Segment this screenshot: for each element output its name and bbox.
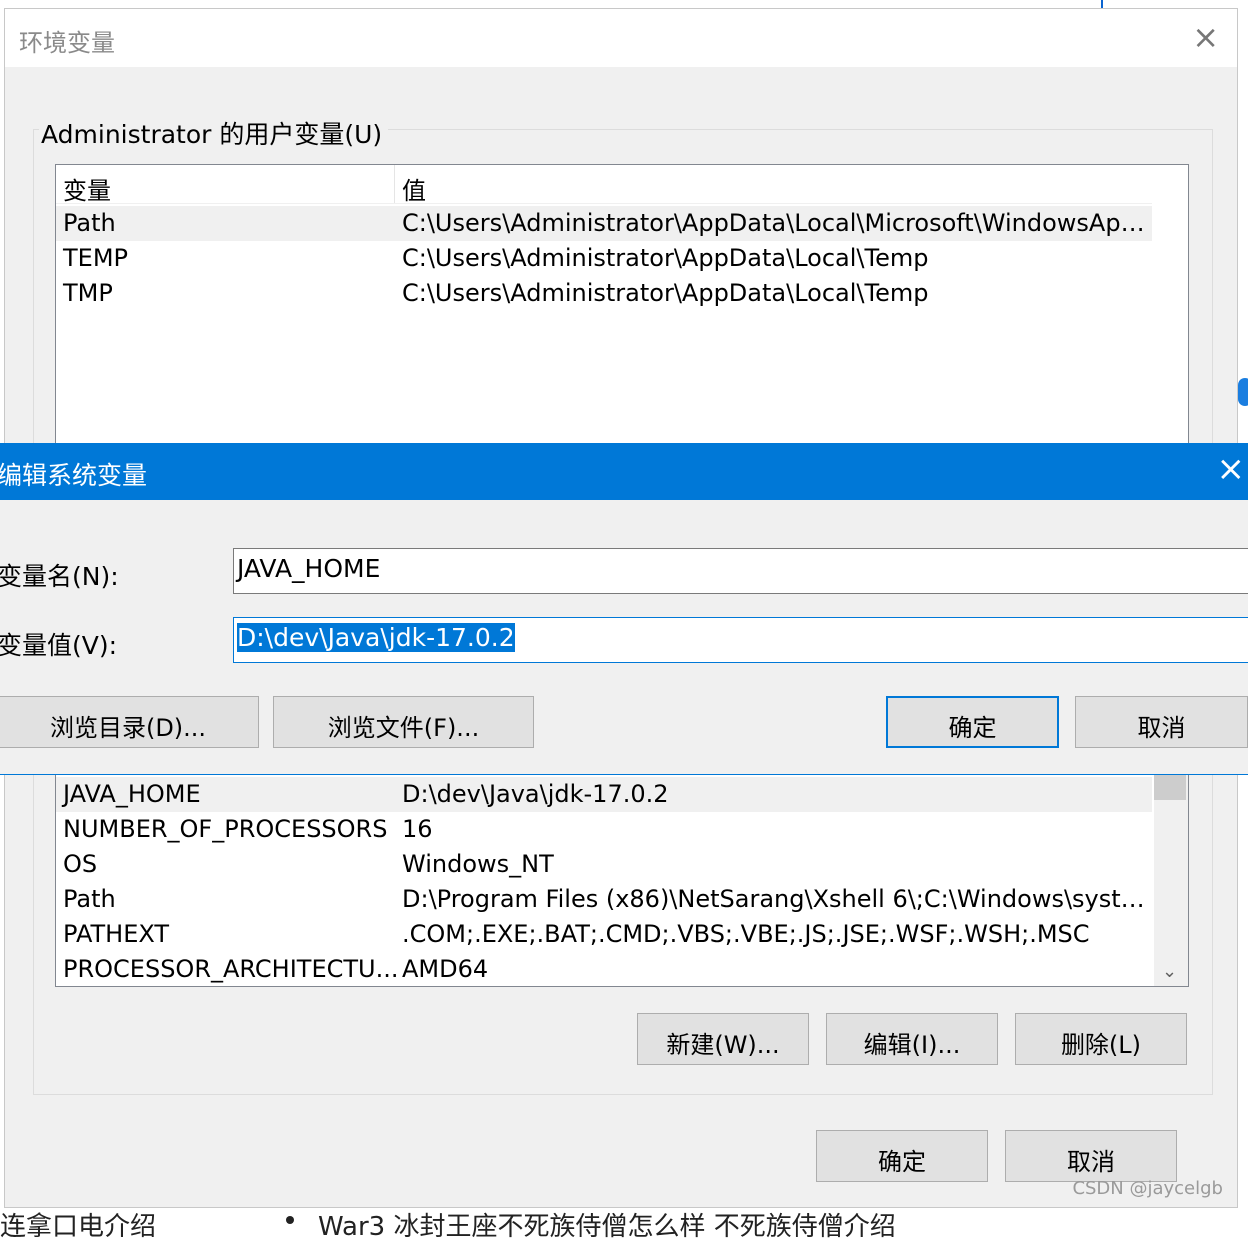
variable-value-selected-text: D:\dev\Java\jdk-17.0.2	[237, 623, 515, 652]
ok-button[interactable]: 确定	[886, 696, 1059, 748]
system-variables-list[interactable]: JAVA_HOME D:\dev\Java\jdk-17.0.2 NUMBER_…	[55, 769, 1189, 987]
table-row[interactable]: NUMBER_OF_PROCESSORS 16	[56, 812, 1152, 847]
column-separator[interactable]	[394, 165, 395, 203]
background-article-link-right[interactable]: War3 冰封王座不死族侍僧怎么样 不死族侍僧介绍	[318, 1206, 896, 1243]
edit-dialog-title: 编辑系统变量	[0, 461, 148, 490]
variable-value: D:\dev\Java\jdk-17.0.2	[402, 780, 669, 808]
watermark: CSDN @jaycelgb	[1072, 1178, 1223, 1199]
variable-name: Path	[63, 209, 116, 237]
delete-button-label: 删除(L)	[1060, 1031, 1142, 1059]
cancel-button-label: 取消	[1137, 714, 1186, 742]
table-row[interactable]: OS Windows_NT	[56, 847, 1152, 882]
variable-name: TEMP	[63, 244, 129, 272]
variable-name: JAVA_HOME	[63, 780, 201, 808]
table-row[interactable]: TEMP C:\Users\Administrator\AppData\Loca…	[56, 241, 1152, 276]
variable-value-label: 变量值(V):	[0, 631, 118, 660]
variable-value: .COM;.EXE;.BAT;.CMD;.VBS;.VBE;.JS;.JSE;.…	[402, 920, 1090, 948]
ok-button-label: 确定	[948, 714, 997, 742]
variable-value: AMD64	[402, 955, 489, 983]
env-titlebar: 环境变量 ×	[5, 9, 1237, 67]
ok-button[interactable]: 确定	[816, 1130, 988, 1182]
variable-name: PATHEXT	[63, 920, 170, 948]
env-window-title: 环境变量	[19, 29, 115, 57]
variable-value: 16	[402, 815, 433, 843]
user-variables-list[interactable]: 变量 值 Path C:\Users\Administrator\AppData…	[55, 164, 1189, 464]
user-variables-group-label: Administrator 的用户变量(U)	[39, 115, 389, 151]
table-row[interactable]: PROCESSOR_ARCHITECTU... AMD64	[56, 952, 1152, 986]
variable-name-field[interactable]: JAVA_HOME	[233, 548, 1248, 594]
variable-value-field[interactable]: D:\dev\Java\jdk-17.0.2	[233, 617, 1248, 663]
background-article-link-left[interactable]: 连拿口电介绍	[0, 1206, 156, 1243]
table-row[interactable]: JAVA_HOME D:\dev\Java\jdk-17.0.2	[56, 777, 1152, 812]
new-variable-button[interactable]: 新建(W)...	[637, 1013, 809, 1065]
vertical-scrollbar[interactable]: ⌄	[1154, 770, 1188, 986]
cancel-button[interactable]: 取消	[1005, 1130, 1177, 1182]
variable-name: OS	[63, 850, 98, 878]
variable-name: TMP	[63, 279, 113, 307]
edit-button-label: 编辑(I)...	[863, 1031, 961, 1059]
variable-value: C:\Users\Administrator\AppData\Local\Tem…	[402, 244, 929, 272]
delete-variable-button[interactable]: 删除(L)	[1015, 1013, 1187, 1065]
browse-directory-button[interactable]: 浏览目录(D)...	[0, 696, 259, 748]
table-row[interactable]: PATHEXT .COM;.EXE;.BAT;.CMD;.VBS;.VBE;.J…	[56, 917, 1152, 952]
new-button-label: 新建(W)...	[666, 1031, 780, 1059]
cancel-button[interactable]: 取消	[1075, 696, 1248, 748]
variable-name: Path	[63, 885, 116, 913]
variable-value: C:\Users\Administrator\AppData\Local\Tem…	[402, 279, 929, 307]
table-row[interactable]: Path C:\Users\Administrator\AppData\Loca…	[56, 206, 1152, 241]
variable-name: NUMBER_OF_PROCESSORS	[63, 815, 388, 843]
table-row[interactable]: Path D:\Program Files (x86)\NetSarang\Xs…	[56, 882, 1152, 917]
variable-value: C:\Users\Administrator\AppData\Local\Mic…	[402, 209, 1150, 237]
chevron-down-icon[interactable]: ⌄	[1162, 961, 1177, 982]
variable-value: Windows_NT	[402, 850, 554, 878]
edit-system-variable-dialog: 编辑系统变量 × 变量名(N): JAVA_HOME 变量值(V): D:\de…	[0, 443, 1248, 775]
list-header: 变量 值	[56, 165, 1152, 206]
variable-name: PROCESSOR_ARCHITECTU...	[63, 955, 399, 983]
background-scroll-indicator	[1238, 378, 1248, 406]
bullet-icon	[286, 1216, 294, 1224]
column-header-value[interactable]: 值	[402, 171, 426, 206]
browse-file-label: 浏览文件(F)...	[327, 714, 480, 742]
ok-button-label: 确定	[878, 1148, 926, 1176]
variable-name-label: 变量名(N):	[0, 562, 119, 591]
table-row[interactable]: TMP C:\Users\Administrator\AppData\Local…	[56, 276, 1152, 311]
browse-file-button[interactable]: 浏览文件(F)...	[273, 696, 534, 748]
close-icon[interactable]: ×	[1217, 452, 1246, 486]
browse-directory-label: 浏览目录(D)...	[49, 714, 207, 742]
column-header-name[interactable]: 变量	[63, 171, 111, 206]
close-icon[interactable]: ×	[1192, 21, 1219, 53]
edit-variable-button[interactable]: 编辑(I)...	[826, 1013, 998, 1065]
edit-dialog-titlebar: 编辑系统变量 ×	[0, 444, 1248, 500]
variable-name-value: JAVA_HOME	[237, 554, 381, 583]
cancel-button-label: 取消	[1067, 1148, 1115, 1176]
variable-value: D:\Program Files (x86)\NetSarang\Xshell …	[402, 885, 1150, 913]
